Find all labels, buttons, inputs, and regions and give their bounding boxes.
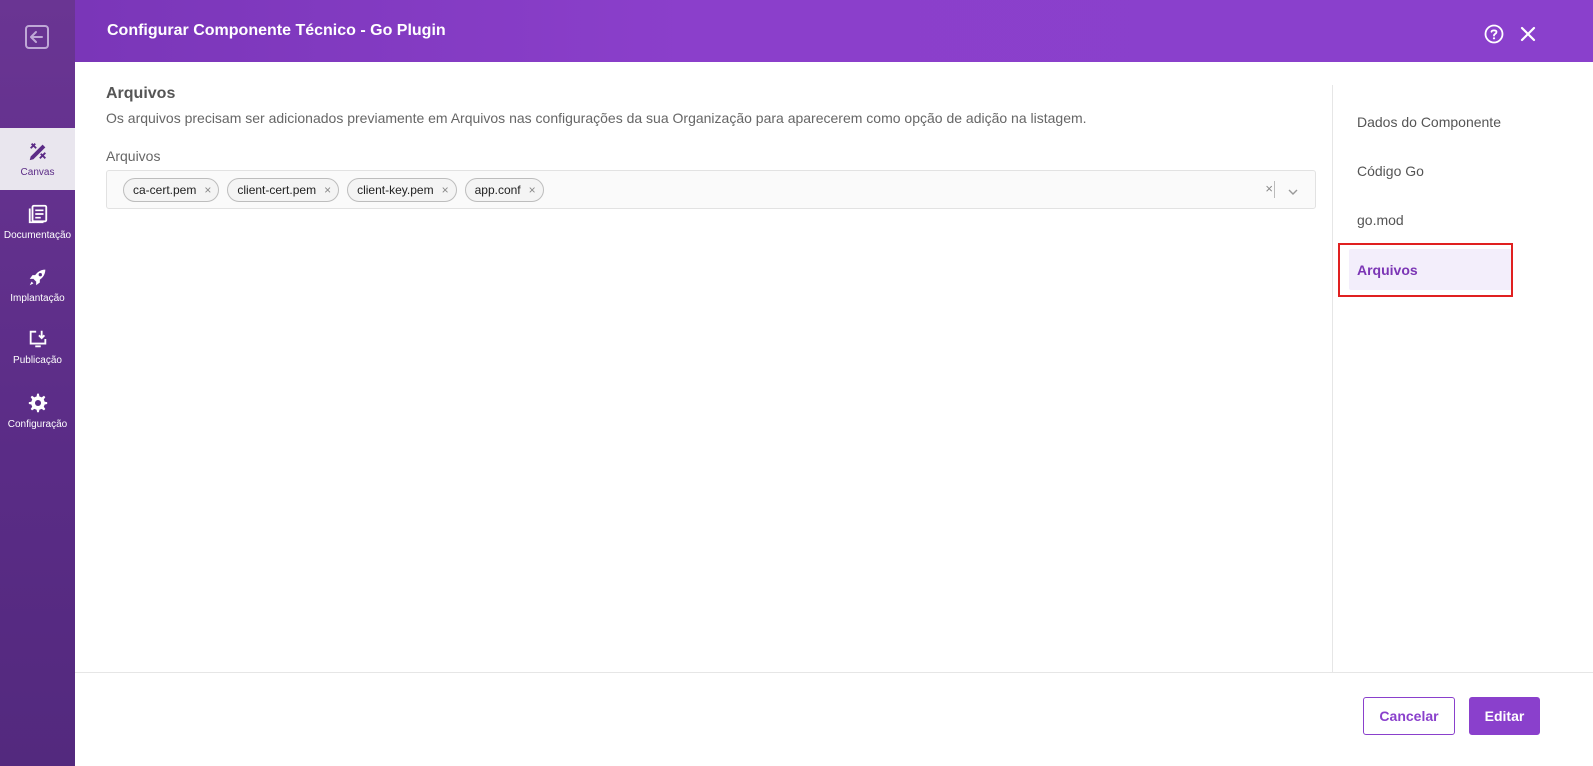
- chip-remove-icon[interactable]: ×: [204, 183, 211, 197]
- canvas-tools-icon: [29, 142, 46, 160]
- documentation-icon: [28, 204, 47, 223]
- rail-item-label: Implantação: [10, 292, 65, 304]
- collapse-exit-icon[interactable]: [24, 24, 50, 50]
- file-chip: app.conf ×: [464, 178, 544, 202]
- rail-item-label: Publicação: [13, 354, 62, 366]
- rail-item-publicacao[interactable]: Publicação: [0, 316, 75, 378]
- chip-remove-icon[interactable]: ×: [442, 183, 449, 197]
- files-multiselect[interactable]: ca-cert.pem × client-cert.pem × client-k…: [106, 170, 1316, 209]
- files-field-label: Arquivos: [106, 148, 161, 164]
- nav-item-codigo-go[interactable]: Código Go: [1349, 150, 1512, 191]
- rail-item-configuracao[interactable]: Configuração: [0, 380, 75, 442]
- clear-all-icon[interactable]: ×: [1265, 181, 1273, 196]
- gear-icon: [28, 393, 47, 412]
- left-rail: Canvas Documentação Implantação Publicaç…: [0, 0, 75, 766]
- cancel-button[interactable]: Cancelar: [1363, 697, 1455, 735]
- file-chip-label: app.conf: [474, 183, 521, 197]
- help-icon[interactable]: [1483, 23, 1505, 45]
- rail-item-documentacao[interactable]: Documentação: [0, 191, 75, 253]
- dialog-footer: Cancelar Editar: [75, 672, 1593, 766]
- file-chip-label: ca-cert.pem: [133, 183, 197, 197]
- main-content: Arquivos Os arquivos precisam ser adicio…: [75, 62, 1332, 672]
- publish-icon: [29, 330, 46, 347]
- rail-item-implantacao[interactable]: Implantação: [0, 254, 75, 316]
- rail-item-label: Configuração: [7, 418, 68, 430]
- rail-item-label: Documentação: [3, 229, 72, 241]
- file-chip-label: client-cert.pem: [237, 183, 317, 197]
- chip-remove-icon[interactable]: ×: [324, 183, 331, 197]
- dialog-header: Configurar Componente Técnico - Go Plugi…: [75, 0, 1593, 62]
- file-chip: client-key.pem ×: [347, 178, 457, 202]
- file-chip: client-cert.pem ×: [227, 178, 340, 202]
- file-chip-label: client-key.pem: [357, 183, 434, 197]
- chevron-down-icon[interactable]: [1287, 184, 1299, 195]
- nav-item-go-mod[interactable]: go.mod: [1349, 199, 1512, 240]
- file-chip: ca-cert.pem ×: [123, 178, 220, 202]
- section-title: Arquivos: [106, 85, 176, 102]
- chip-remove-icon[interactable]: ×: [529, 183, 536, 197]
- divider: [1274, 181, 1275, 198]
- nav-item-dados-do-componente[interactable]: Dados do Componente: [1349, 101, 1512, 142]
- rail-item-canvas[interactable]: Canvas: [0, 128, 75, 190]
- close-icon[interactable]: [1517, 23, 1539, 45]
- rail-item-label: Canvas: [20, 166, 55, 178]
- section-description: Os arquivos precisam ser adicionados pre…: [106, 110, 1087, 126]
- selected-files-list: ca-cert.pem × client-cert.pem × client-k…: [123, 178, 544, 202]
- nav-item-arquivos[interactable]: Arquivos: [1349, 249, 1512, 290]
- section-nav: Dados do Componente Código Go go.mod Arq…: [1332, 85, 1593, 672]
- rocket-icon: [29, 269, 45, 285]
- edit-button[interactable]: Editar: [1469, 697, 1540, 735]
- dialog-title: Configurar Componente Técnico - Go Plugi…: [107, 22, 446, 39]
